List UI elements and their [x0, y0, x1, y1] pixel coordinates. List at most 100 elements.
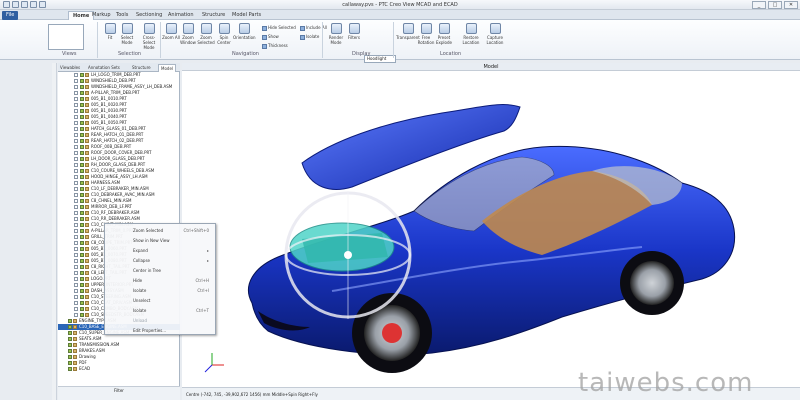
expand-toggle[interactable]: [74, 169, 78, 173]
expand-toggle[interactable]: [74, 151, 78, 155]
preset-explode-button[interactable]: Preset Explode: [434, 23, 454, 49]
visibility-checkbox[interactable]: [80, 157, 84, 161]
expand-toggle[interactable]: [74, 127, 78, 131]
restore-location-button[interactable]: Restore Location: [460, 23, 482, 49]
visibility-checkbox[interactable]: [80, 235, 84, 239]
visibility-checkbox[interactable]: [80, 307, 84, 311]
visibility-checkbox[interactable]: [80, 85, 84, 89]
expand-toggle[interactable]: [74, 175, 78, 179]
visibility-checkbox[interactable]: [80, 229, 84, 233]
visibility-checkbox[interactable]: [80, 103, 84, 107]
tab-structure-panel[interactable]: Structure: [130, 64, 153, 72]
visibility-checkbox[interactable]: [80, 271, 84, 275]
visibility-checkbox[interactable]: [80, 109, 84, 113]
select-mode-button[interactable]: Select Mode: [117, 23, 137, 49]
context-menu-item[interactable]: Collapse ▸: [105, 256, 217, 266]
3d-viewport[interactable]: [182, 71, 800, 387]
expand-toggle[interactable]: [74, 103, 78, 107]
expand-toggle[interactable]: [74, 85, 78, 89]
visibility-checkbox[interactable]: [80, 223, 84, 227]
visibility-checkbox[interactable]: [80, 79, 84, 83]
expand-toggle[interactable]: [74, 97, 78, 101]
visibility-checkbox[interactable]: [80, 247, 84, 251]
visibility-checkbox[interactable]: [80, 91, 84, 95]
context-menu-item[interactable]: Unselect: [105, 296, 217, 306]
visibility-checkbox[interactable]: [80, 97, 84, 101]
context-menu-item[interactable]: Zoom Selected Ctrl+Shift+0: [105, 226, 217, 236]
free-rotation-button[interactable]: Free Rotation: [416, 23, 436, 49]
visibility-checkbox[interactable]: [80, 283, 84, 287]
visibility-checkbox[interactable]: [80, 163, 84, 167]
zoom-selected-button[interactable]: Zoom Selected: [196, 23, 216, 49]
maximize-button[interactable]: □: [768, 1, 782, 9]
expand-toggle[interactable]: [74, 277, 78, 281]
expand-toggle[interactable]: [74, 199, 78, 203]
views-thumbnail[interactable]: [48, 24, 84, 50]
visibility-checkbox[interactable]: [80, 289, 84, 293]
context-menu-item[interactable]: Edit Properties...: [105, 326, 217, 336]
visibility-checkbox[interactable]: [80, 301, 84, 305]
tab-animation[interactable]: Animation: [164, 11, 198, 20]
visibility-checkbox[interactable]: [80, 295, 84, 299]
visibility-checkbox[interactable]: [80, 121, 84, 125]
expand-toggle[interactable]: [74, 133, 78, 137]
visibility-checkbox[interactable]: [80, 205, 84, 209]
expand-toggle[interactable]: [74, 109, 78, 113]
visibility-checkbox[interactable]: [80, 181, 84, 185]
visibility-checkbox[interactable]: [80, 277, 84, 281]
expand-toggle[interactable]: [74, 205, 78, 209]
expand-toggle[interactable]: [74, 271, 78, 275]
visibility-checkbox[interactable]: [80, 127, 84, 131]
context-menu-item[interactable]: Unload: [105, 316, 217, 326]
expand-toggle[interactable]: [74, 313, 78, 317]
visibility-checkbox[interactable]: [80, 199, 84, 203]
visibility-checkbox[interactable]: [80, 259, 84, 263]
show-button[interactable]: Show: [262, 34, 279, 40]
expand-toggle[interactable]: [74, 139, 78, 143]
expand-toggle[interactable]: [74, 79, 78, 83]
expand-toggle[interactable]: [74, 73, 78, 77]
expand-toggle[interactable]: [74, 145, 78, 149]
tree-row[interactable]: ECAD: [58, 366, 180, 372]
expand-toggle[interactable]: [74, 253, 78, 257]
tab-markup[interactable]: Markup: [88, 11, 115, 20]
expand-toggle[interactable]: [74, 121, 78, 125]
isolate-button[interactable]: Isolate: [300, 34, 319, 40]
visibility-checkbox[interactable]: [68, 331, 72, 335]
visibility-checkbox[interactable]: [80, 193, 84, 197]
expand-toggle[interactable]: [74, 307, 78, 311]
tab-structure[interactable]: Structure: [198, 11, 229, 20]
expand-toggle[interactable]: [74, 193, 78, 197]
visibility-checkbox[interactable]: [80, 253, 84, 257]
expand-toggle[interactable]: [74, 211, 78, 215]
visibility-checkbox[interactable]: [68, 337, 72, 341]
visibility-checkbox[interactable]: [80, 145, 84, 149]
tab-model-parts[interactable]: Model Parts: [228, 11, 265, 20]
orientation-button[interactable]: Orientation: [233, 23, 256, 49]
visibility-checkbox[interactable]: [80, 139, 84, 143]
visibility-checkbox[interactable]: [68, 343, 72, 347]
expand-toggle[interactable]: [74, 265, 78, 269]
visibility-checkbox[interactable]: [68, 367, 72, 371]
zoom-window-button[interactable]: Zoom Window: [178, 23, 198, 49]
context-menu-item[interactable]: Expand ▸: [105, 246, 217, 256]
expand-toggle[interactable]: [74, 187, 78, 191]
context-menu-item[interactable]: Show in New View: [105, 236, 217, 246]
expand-toggle[interactable]: [74, 91, 78, 95]
expand-toggle[interactable]: [74, 229, 78, 233]
visibility-checkbox[interactable]: [80, 187, 84, 191]
visibility-checkbox[interactable]: [80, 217, 84, 221]
spin-center-button[interactable]: Spin Center: [214, 23, 234, 49]
visibility-checkbox[interactable]: [80, 265, 84, 269]
panel-scrollbar[interactable]: [52, 63, 57, 400]
context-menu-item[interactable]: Hide Ctrl+H: [105, 276, 217, 286]
expand-toggle[interactable]: [74, 283, 78, 287]
close-button[interactable]: ✕: [784, 1, 798, 9]
visibility-checkbox[interactable]: [68, 361, 72, 365]
filter-bar[interactable]: Filter: [58, 386, 180, 400]
expand-toggle[interactable]: [74, 247, 78, 251]
visibility-checkbox[interactable]: [80, 73, 84, 77]
tab-annotation-sets[interactable]: Annotation Sets: [86, 64, 122, 72]
visibility-checkbox[interactable]: [80, 169, 84, 173]
visibility-checkbox[interactable]: [68, 319, 72, 323]
